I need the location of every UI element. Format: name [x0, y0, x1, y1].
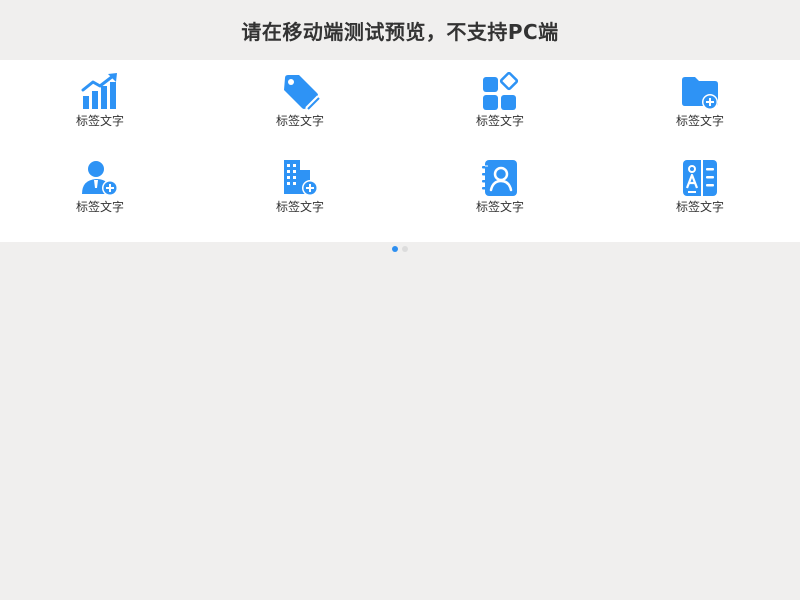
pager-dot-active[interactable]	[392, 246, 398, 252]
grid-item-label: 标签文字	[75, 114, 124, 128]
grid-item-label: 标签文字	[275, 200, 324, 214]
grid-item-label: 标签文字	[475, 114, 524, 128]
grid-item-label: 标签文字	[275, 114, 324, 128]
grid-item-contacts[interactable]: 标签文字	[400, 158, 600, 244]
grid-item-chart[interactable]: 标签文字	[0, 72, 200, 158]
user-add-icon	[80, 158, 120, 198]
grid-item-label: 标签文字	[475, 200, 524, 214]
chart-trending-icon	[80, 72, 120, 112]
grid-item-label: 标签文字	[675, 200, 724, 214]
tag-icon	[280, 72, 320, 112]
grid-item-building[interactable]: 标签文字	[200, 158, 400, 244]
contacts-book-icon	[480, 158, 520, 198]
grid-item-label: 标签文字	[675, 114, 724, 128]
folder-add-icon	[680, 72, 720, 112]
icon-grid-panel: 标签文字 标签文字 标签文字 标签文字 标签文字 标签文字 标签文字 标签文字	[0, 60, 800, 252]
pc-unsupported-notice: 请在移动端测试预览，不支持PC端	[241, 19, 559, 44]
building-add-icon	[280, 158, 320, 198]
grid-item-label: 标签文字	[75, 200, 124, 214]
grid-item-user[interactable]: 标签文字	[0, 158, 200, 244]
pager-dots	[0, 246, 800, 252]
pager-dot[interactable]	[402, 246, 408, 252]
grid-item-apps[interactable]: 标签文字	[400, 72, 600, 158]
apps-icon	[480, 72, 520, 112]
profile-card-icon	[680, 158, 720, 198]
grid-item-folder[interactable]: 标签文字	[600, 72, 800, 158]
grid-item-tag[interactable]: 标签文字	[200, 72, 400, 158]
grid-item-profile[interactable]: 标签文字	[600, 158, 800, 244]
icon-grid: 标签文字 标签文字 标签文字 标签文字 标签文字 标签文字 标签文字 标签文字	[0, 60, 800, 244]
